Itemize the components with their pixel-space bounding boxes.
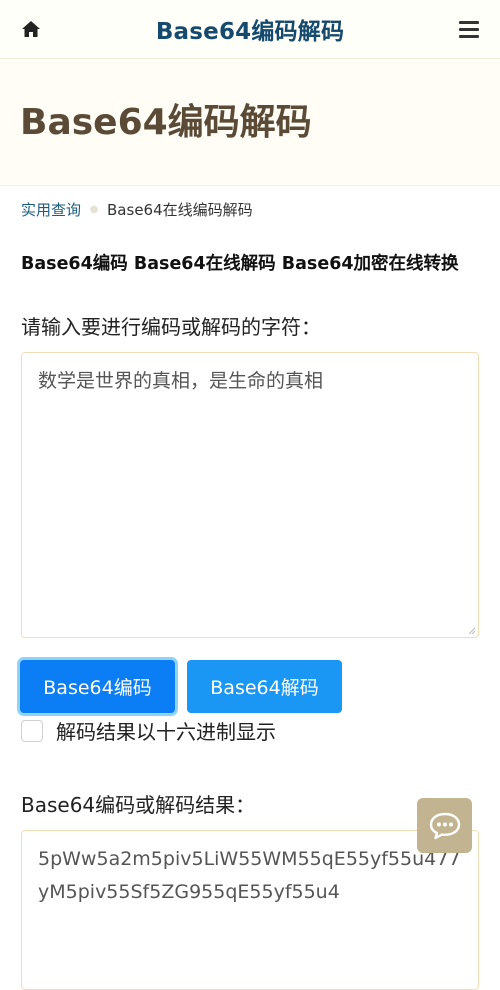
page-title: Base64编码解码 xyxy=(20,102,312,143)
menu-button[interactable] xyxy=(456,16,482,42)
hex-checkbox[interactable] xyxy=(21,719,43,742)
hamburger-menu-icon xyxy=(459,20,479,38)
breadcrumb-link-utilities[interactable]: 实用查询 xyxy=(21,199,81,220)
resize-grip-icon[interactable] xyxy=(468,627,476,635)
site-title[interactable]: Base64编码解码 xyxy=(156,12,344,46)
home-button[interactable] xyxy=(18,16,44,42)
hex-option-row: 解码结果以十六进制显示 xyxy=(21,716,276,745)
breadcrumb-current: Base64在线编码解码 xyxy=(107,201,253,219)
chat-bubble-icon xyxy=(429,812,460,839)
decode-button[interactable]: Base64解码 xyxy=(187,660,342,713)
input-textarea[interactable]: 数学是世界的真相，是生命的真相 xyxy=(21,352,479,638)
chat-button[interactable] xyxy=(417,798,472,853)
breadcrumb-separator-icon: ● xyxy=(89,204,99,215)
hex-checkbox-label[interactable]: 解码结果以十六进制显示 xyxy=(56,716,276,745)
home-icon xyxy=(22,21,40,37)
breadcrumb: 实用查询 ● Base64在线编码解码 xyxy=(21,199,253,220)
top-navbar: Base64编码解码 xyxy=(0,0,500,59)
input-textarea-value: 数学是世界的真相，是生命的真相 xyxy=(38,370,324,392)
output-label: Base64编码或解码结果： xyxy=(21,793,256,817)
encode-button[interactable]: Base64编码 xyxy=(20,660,175,713)
input-label: 请输入要进行编码或解码的字符： xyxy=(21,315,321,339)
output-textarea[interactable]: 5pWw5a2m5piv5LiW55WM55qE55yf55u477yM5piv… xyxy=(21,830,479,990)
hero-banner: Base64编码解码 xyxy=(0,59,500,186)
page-tagline: Base64编码 Base64在线解码 Base64加密在线转换 xyxy=(21,254,459,274)
output-textarea-value: 5pWw5a2m5piv5LiW55WM55qE55yf55u477yM5piv… xyxy=(38,848,461,903)
